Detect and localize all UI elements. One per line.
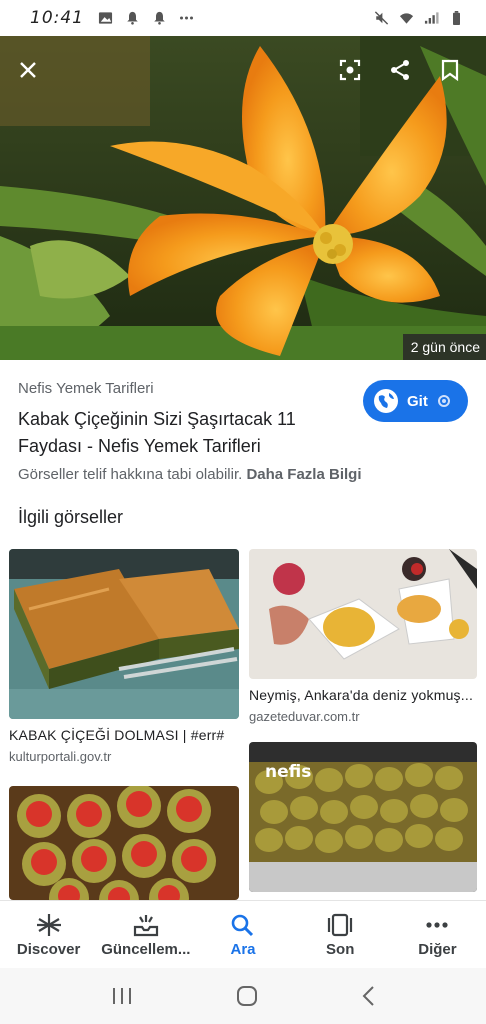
globe-icon — [374, 389, 398, 413]
recent-tabs-icon — [328, 913, 353, 937]
bottom-navigation: Discover Güncellem... Ara Son Diğer — [0, 900, 486, 968]
related-card[interactable] — [9, 786, 239, 900]
plated-dish-photo — [249, 549, 477, 679]
related-thumb[interactable] — [9, 786, 239, 900]
bookmark-icon — [441, 59, 459, 81]
related-card[interactable]: nefis — [249, 742, 477, 892]
more-dots-icon — [180, 16, 193, 20]
mute-icon — [374, 11, 389, 25]
bell-icon — [154, 11, 165, 25]
status-bar: 10:41 — [0, 0, 486, 36]
related-thumb[interactable]: nefis — [249, 742, 477, 892]
search-icon — [231, 914, 254, 937]
wifi-icon — [399, 13, 414, 24]
system-navigation — [0, 968, 486, 1024]
more-icon — [426, 922, 449, 928]
bookmark-button[interactable] — [432, 52, 468, 88]
source-name[interactable]: Nefis Yemek Tarifleri — [18, 380, 154, 397]
nav-label: Discover — [16, 941, 81, 958]
related-domain: kulturportali.gov.tr — [9, 749, 112, 764]
hero-image[interactable]: 2 gün önce — [0, 36, 486, 360]
nav-label: Son — [326, 941, 355, 958]
status-right-icons — [374, 11, 464, 25]
related-thumb[interactable] — [9, 549, 239, 719]
copyright-text: Görseller telif hakkına tabi olabilir. — [18, 466, 243, 483]
home-icon[interactable] — [236, 985, 258, 1007]
asterisk-icon — [36, 914, 61, 936]
borek-photo — [9, 549, 239, 719]
stuffed-peppers-photo — [9, 786, 239, 900]
related-domain: gazeteduvar.com.tr — [249, 709, 360, 724]
share-icon — [391, 60, 409, 80]
related-thumb[interactable] — [249, 549, 477, 679]
nav-label: Diğer — [418, 941, 457, 958]
related-card[interactable]: Neymiş, Ankara'da deniz yokmuş... gazete… — [249, 549, 477, 724]
nefis-watermark: nefis — [265, 762, 312, 782]
result-title[interactable]: Kabak Çiçeğinin Sizi Şaşırtacak 11 Fayda… — [18, 406, 338, 460]
more-info-link[interactable]: Daha Fazla Bilgi — [246, 466, 361, 483]
copyright-notice: Görseller telif hakkına tabi olabilir. D… — [18, 466, 361, 483]
related-caption: KABAK ÇİÇEĞİ DOLMASI | #err# — [9, 727, 225, 743]
related-card[interactable]: KABAK ÇİÇEĞİ DOLMASI | #err# kulturporta… — [9, 549, 239, 764]
nav-discover[interactable]: Discover — [0, 901, 97, 968]
recents-icon[interactable] — [111, 986, 133, 1006]
nav-label: Güncellem... — [101, 941, 191, 958]
bell-icon — [127, 11, 138, 25]
nav-search[interactable]: Ara — [194, 901, 291, 968]
nav-recent[interactable]: Son — [292, 901, 389, 968]
back-icon[interactable] — [361, 985, 375, 1007]
visit-button[interactable]: Git — [363, 380, 468, 422]
updates-tray-icon — [133, 915, 158, 937]
nav-more[interactable]: Diğer — [389, 901, 486, 968]
share-button[interactable] — [382, 52, 418, 88]
status-left-icons — [98, 11, 194, 25]
related-images-heading: İlgili görseller — [18, 507, 124, 527]
nav-updates[interactable]: Güncellem... — [97, 901, 194, 968]
signal-icon — [424, 12, 439, 24]
close-button[interactable] — [10, 52, 46, 88]
visit-label: Git — [407, 392, 428, 410]
lens-button[interactable] — [332, 52, 368, 88]
related-caption: Neymiş, Ankara'da deniz yokmuş... — [249, 687, 474, 703]
image-icon — [98, 12, 113, 24]
visit-indicator-icon — [437, 395, 450, 407]
status-time: 10:41 — [30, 8, 84, 28]
battery-icon — [453, 11, 460, 25]
time-ago-chip: 2 gün önce — [402, 334, 486, 360]
close-icon — [20, 62, 36, 78]
lens-icon — [339, 59, 361, 81]
nav-label: Ara — [230, 941, 256, 958]
